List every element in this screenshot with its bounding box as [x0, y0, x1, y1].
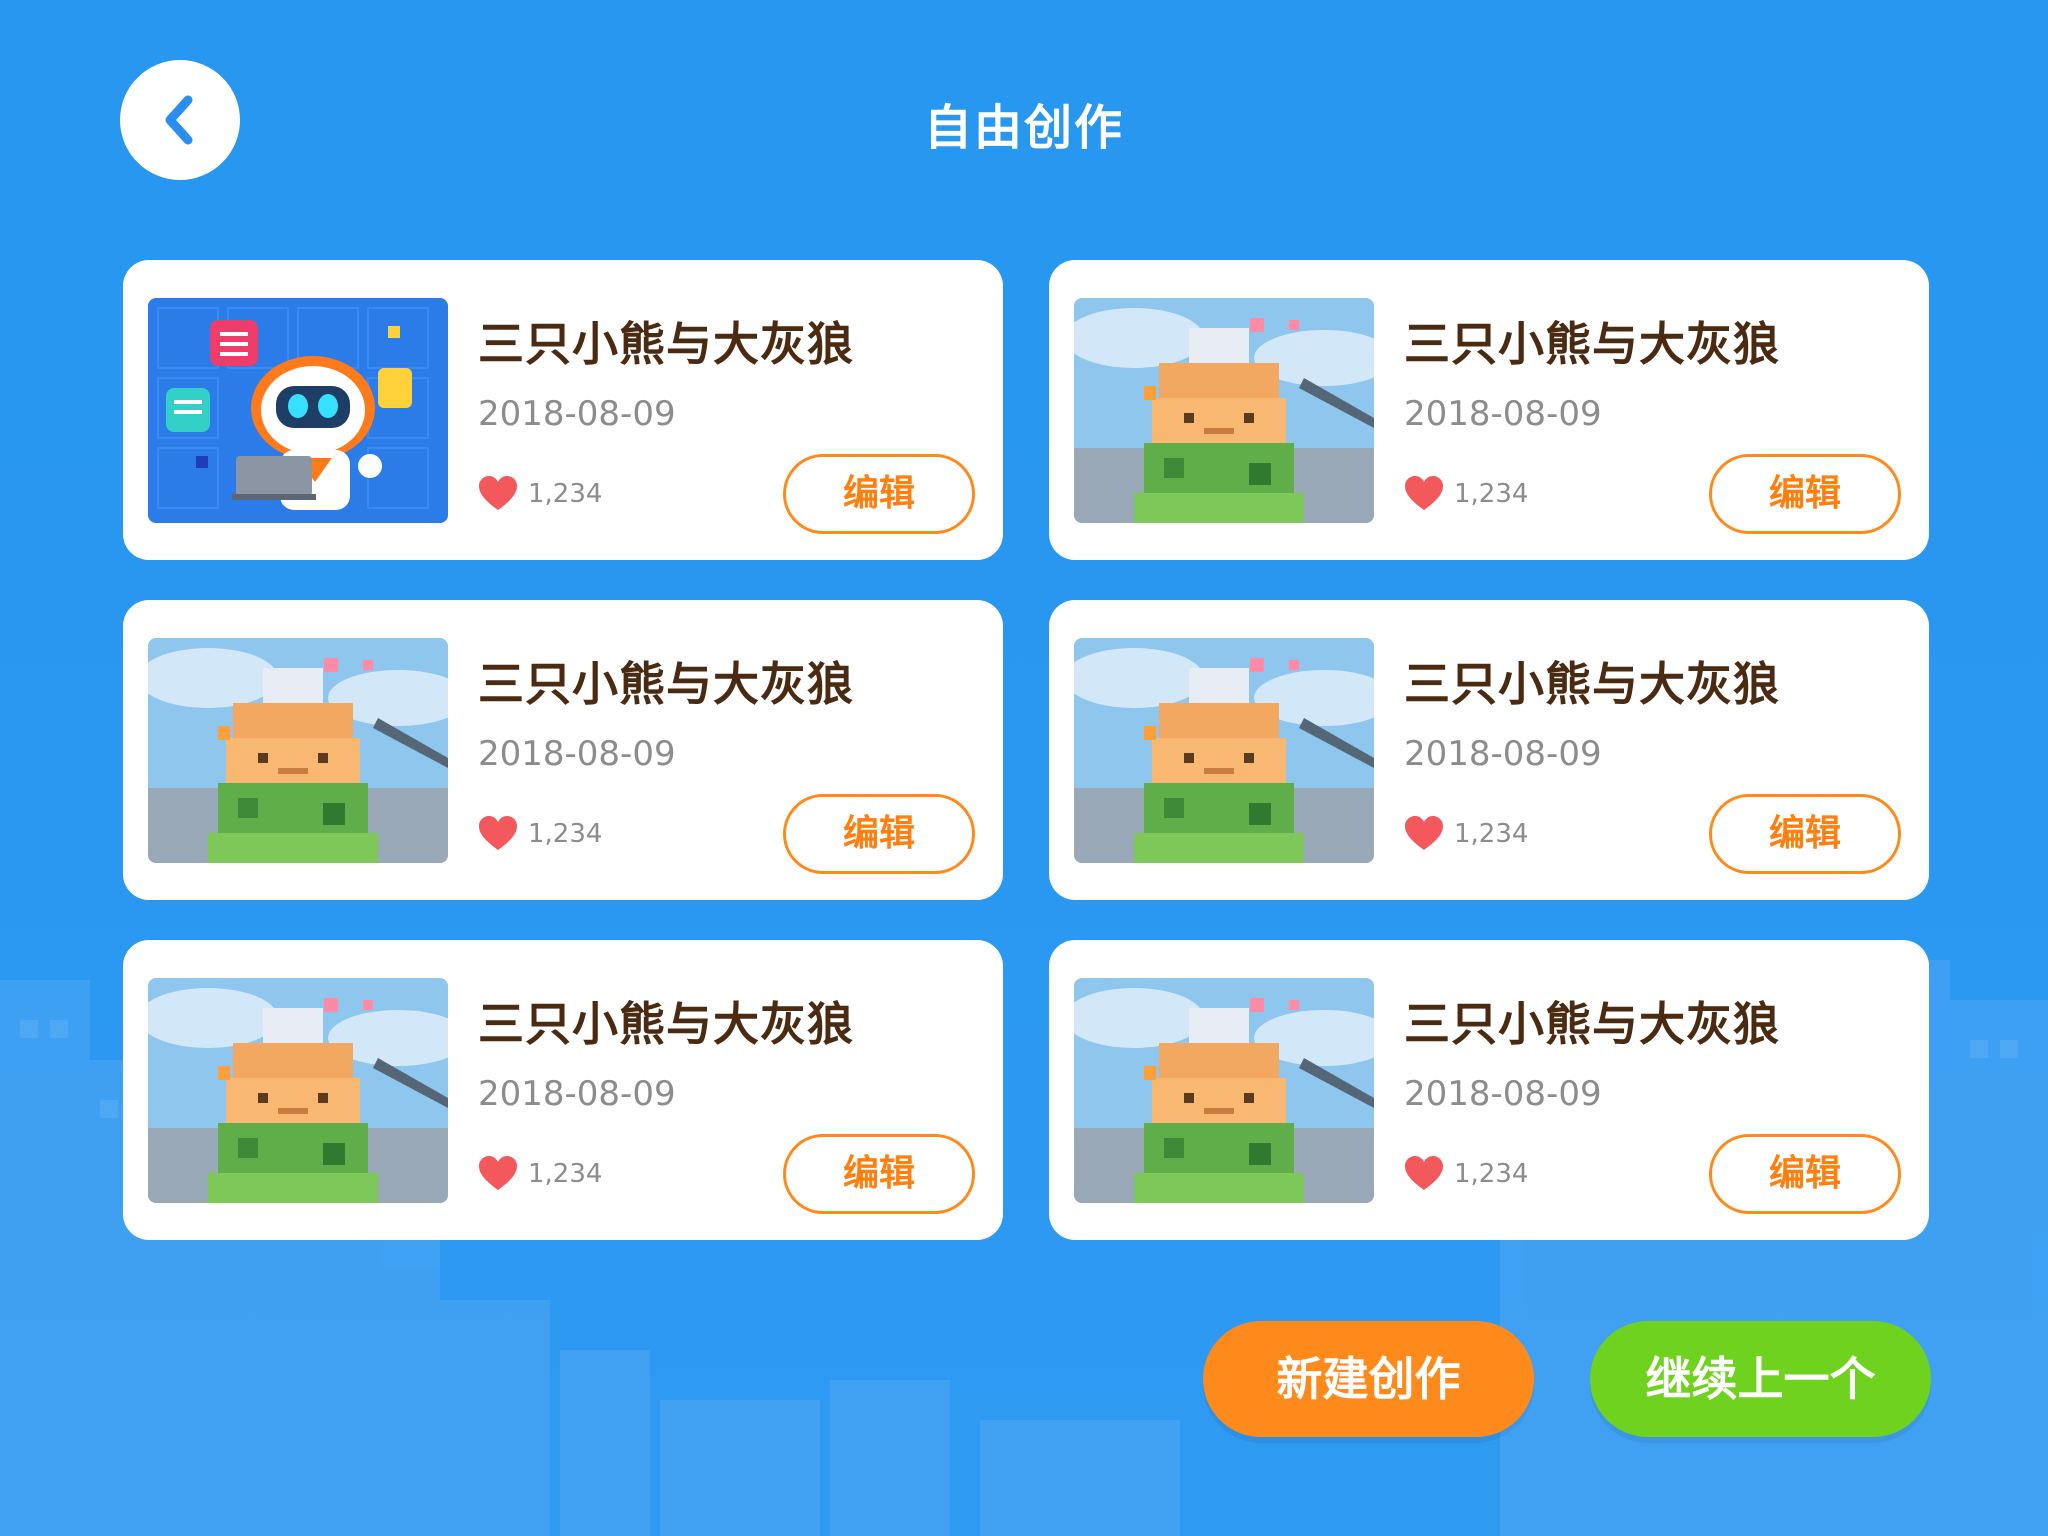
new-creation-button[interactable]: 新建创作 [1203, 1321, 1534, 1437]
heart-icon [479, 816, 517, 850]
heart-icon [479, 1156, 517, 1190]
like-count-value: 1,234 [528, 1159, 603, 1189]
block-tower-thumbnail-image [148, 978, 448, 1203]
work-thumbnail[interactable] [148, 978, 448, 1203]
edit-button[interactable]: 编辑 [1709, 454, 1901, 534]
continue-last-button[interactable]: 继续上一个 [1590, 1321, 1931, 1437]
work-date: 2018-08-09 [478, 394, 676, 434]
work-card: 三只小熊与大灰狼 2018-08-09 1,234 编辑 [1049, 260, 1929, 560]
like-count-value: 1,234 [1454, 819, 1529, 849]
page-title: 自由创作 [923, 100, 1124, 156]
edit-button[interactable]: 编辑 [1709, 794, 1901, 874]
work-card: 三只小熊与大灰狼 2018-08-09 1,234 编辑 [1049, 600, 1929, 900]
work-date: 2018-08-09 [1404, 1074, 1602, 1114]
work-title: 三只小熊与大灰狼 [1404, 997, 1780, 1051]
work-title: 三只小熊与大灰狼 [1404, 317, 1780, 371]
work-title: 三只小熊与大灰狼 [478, 657, 854, 711]
like-count-value: 1,234 [1454, 1159, 1529, 1189]
work-thumbnail[interactable] [1074, 638, 1374, 863]
work-card: 三只小熊与大灰狼 2018-08-09 1,234 编辑 [123, 260, 1003, 560]
work-date: 2018-08-09 [1404, 734, 1602, 774]
work-date: 2018-08-09 [478, 734, 676, 774]
block-tower-thumbnail-image [1074, 638, 1374, 863]
work-thumbnail[interactable] [148, 298, 448, 523]
like-count-value: 1,234 [528, 479, 603, 509]
edit-button[interactable]: 编辑 [783, 794, 975, 874]
block-tower-thumbnail-image [148, 638, 448, 863]
work-card: 三只小熊与大灰狼 2018-08-09 1,234 编辑 [1049, 940, 1929, 1240]
work-date: 2018-08-09 [1404, 394, 1602, 434]
block-tower-thumbnail-image [1074, 978, 1374, 1203]
work-thumbnail[interactable] [148, 638, 448, 863]
edit-button[interactable]: 编辑 [783, 1134, 975, 1214]
like-count-value: 1,234 [528, 819, 603, 849]
heart-icon [1405, 476, 1443, 510]
edit-button[interactable]: 编辑 [1709, 1134, 1901, 1214]
work-title: 三只小熊与大灰狼 [478, 317, 854, 371]
work-title: 三只小熊与大灰狼 [478, 997, 854, 1051]
work-title: 三只小熊与大灰狼 [1404, 657, 1780, 711]
heart-icon [479, 476, 517, 510]
work-card: 三只小熊与大灰狼 2018-08-09 1,234 编辑 [123, 600, 1003, 900]
work-date: 2018-08-09 [478, 1074, 676, 1114]
heart-icon [1405, 816, 1443, 850]
robot-thumbnail-image [148, 298, 448, 523]
work-thumbnail[interactable] [1074, 298, 1374, 523]
work-thumbnail[interactable] [1074, 978, 1374, 1203]
heart-icon [1405, 1156, 1443, 1190]
edit-button[interactable]: 编辑 [783, 454, 975, 534]
work-card: 三只小熊与大灰狼 2018-08-09 1,234 编辑 [123, 940, 1003, 1240]
like-count-value: 1,234 [1454, 479, 1529, 509]
block-tower-thumbnail-image [1074, 298, 1374, 523]
